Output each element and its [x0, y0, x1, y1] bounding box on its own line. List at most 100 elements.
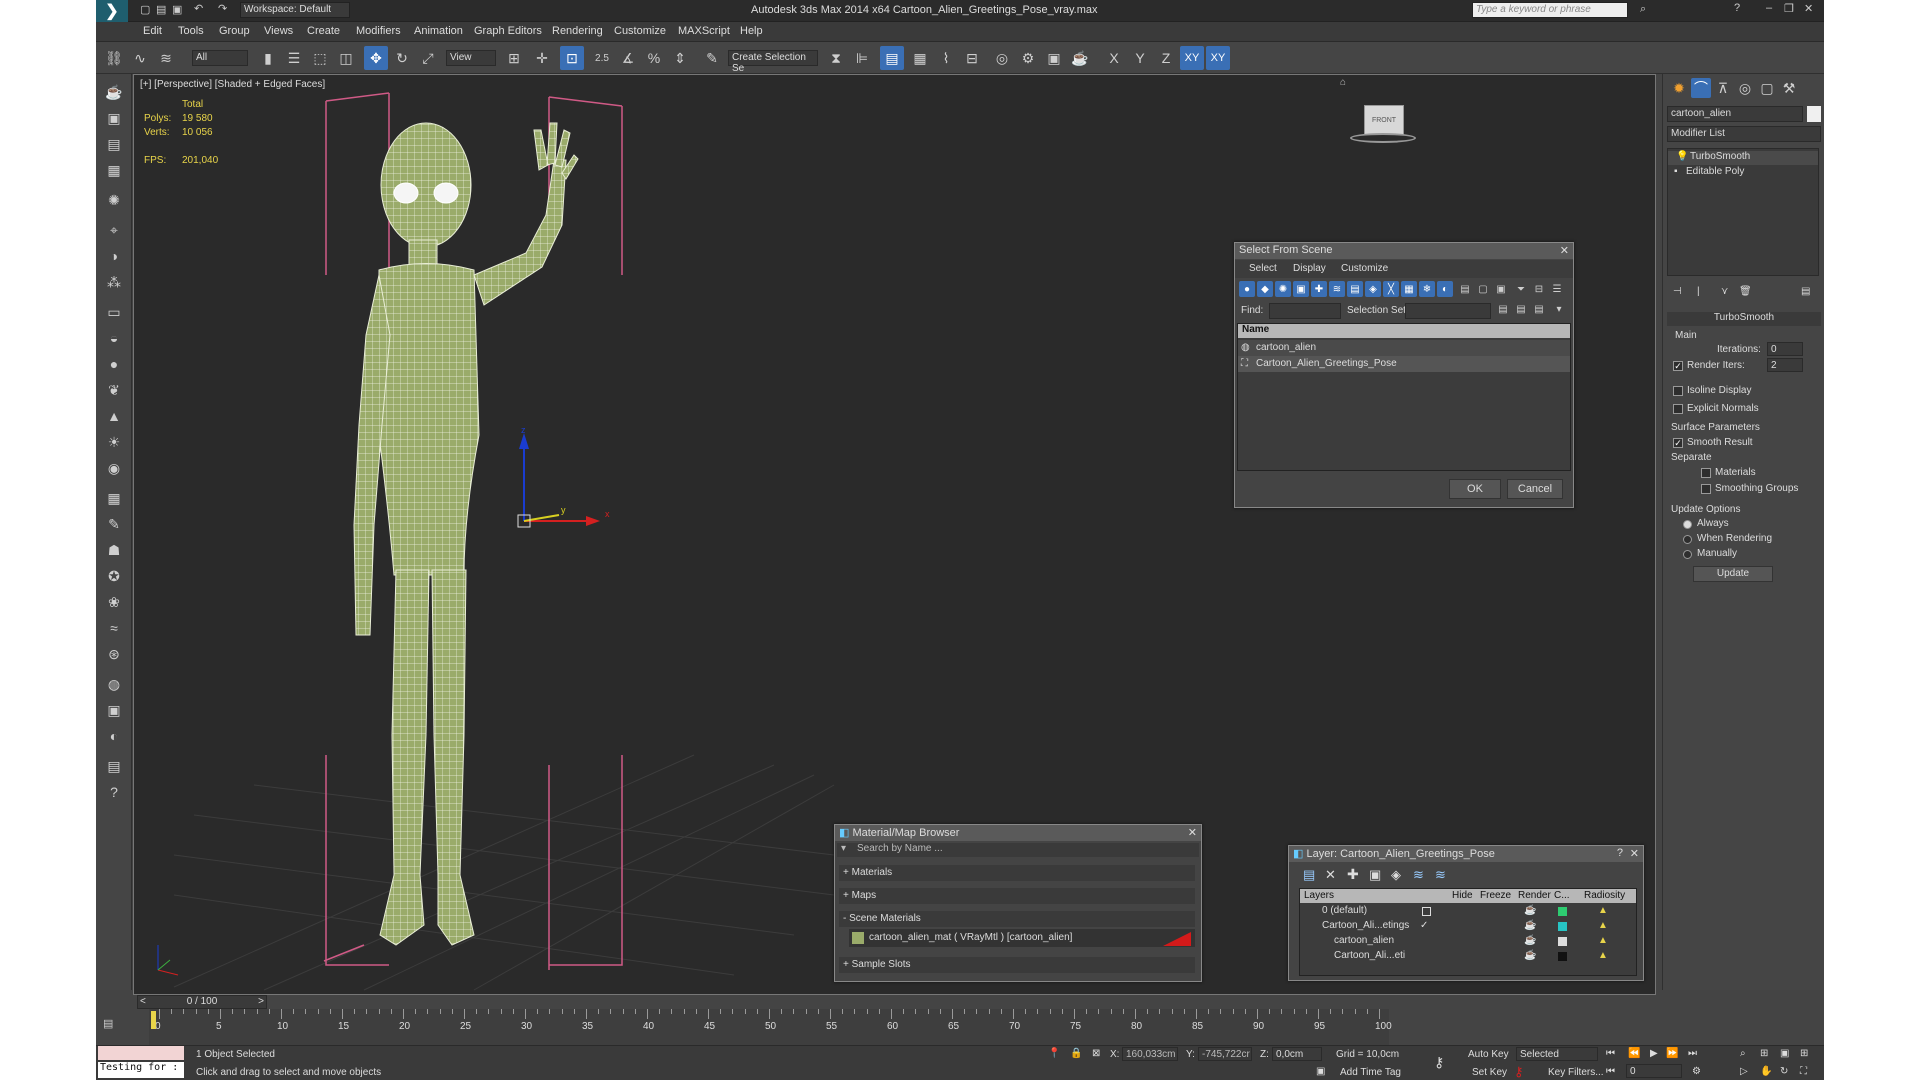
- show-end-result-icon[interactable]: |: [1697, 286, 1700, 297]
- menu-modifiers[interactable]: Modifiers: [356, 25, 401, 37]
- menu-create[interactable]: Create: [307, 25, 340, 37]
- sfs-hidden-filter-icon[interactable]: ◐: [1437, 281, 1453, 297]
- cone-icon[interactable]: ▲: [102, 404, 126, 428]
- sfs-invert-icon[interactable]: ▣: [1493, 281, 1509, 297]
- table-row[interactable]: cartoon_alien ☕ ▲: [1300, 934, 1636, 949]
- absolute-mode-icon[interactable]: ⊠: [1092, 1048, 1100, 1059]
- search-input[interactable]: Type a keyword or phrase: [1472, 2, 1628, 18]
- zoom-extents-icon[interactable]: ▣: [1780, 1048, 1789, 1059]
- layer-col-render[interactable]: Render: [1518, 890, 1551, 901]
- close-icon[interactable]: ✕: [1804, 2, 1813, 15]
- set-key-icon[interactable]: ⚷: [1514, 1064, 1524, 1080]
- mirror-icon[interactable]: ⧗: [824, 46, 848, 70]
- layer-col-freeze[interactable]: Freeze: [1480, 890, 1511, 901]
- current-frame-input[interactable]: 0: [1626, 1064, 1682, 1078]
- bind-space-warp-icon[interactable]: ≋: [154, 46, 178, 70]
- sfs-list-icon[interactable]: ☰: [1549, 281, 1565, 297]
- helper-icon[interactable]: ◑: [102, 244, 126, 268]
- add-time-tag-icon[interactable]: ▣: [1316, 1066, 1325, 1077]
- manipulate-icon[interactable]: ✛: [530, 46, 554, 70]
- table-row[interactable]: 0 (default) ☕ ▲: [1300, 904, 1636, 919]
- key-mode-icon[interactable]: ⚷: [1434, 1054, 1444, 1071]
- window-crossing-icon[interactable]: ◫: [334, 46, 358, 70]
- sfs-column-header[interactable]: Name: [1238, 324, 1570, 338]
- keyboard-shortcut-override-icon[interactable]: ⊡: [560, 46, 584, 70]
- utilities-tab-icon[interactable]: ⚒: [1779, 78, 1799, 98]
- sfs-selection-set-dropdown[interactable]: [1405, 303, 1491, 319]
- maximize-viewport-icon[interactable]: ⛶: [1800, 1066, 1807, 1077]
- layer-current-check-icon[interactable]: ✓: [1420, 920, 1428, 931]
- workspace-dropdown[interactable]: Workspace: Default: [240, 2, 350, 18]
- camera-icon[interactable]: ⌖: [102, 218, 126, 242]
- select-and-rotate-icon[interactable]: ↻: [390, 46, 414, 70]
- environment-icon[interactable]: ◐: [102, 724, 126, 748]
- smoothing-groups-checkbox[interactable]: [1701, 484, 1711, 494]
- layer-color-swatch[interactable]: [1558, 907, 1567, 916]
- field-of-view-icon[interactable]: ▷: [1740, 1066, 1748, 1077]
- selection-filter-dropdown[interactable]: All: [192, 50, 248, 66]
- scene-materials-section[interactable]: - Scene Materials: [839, 911, 1195, 927]
- layer-new-icon[interactable]: ▤: [1303, 867, 1315, 883]
- menu-graph-editors[interactable]: Graph Editors: [474, 25, 542, 37]
- layer-col-radiosity[interactable]: Radiosity: [1584, 890, 1625, 901]
- axis-z-button[interactable]: Z: [1154, 46, 1178, 70]
- sfs-xref-filter-icon[interactable]: ◈: [1365, 281, 1381, 297]
- select-from-scene-title-bar[interactable]: Select From Scene ✕: [1235, 243, 1573, 259]
- motion-tab-icon[interactable]: ◎: [1735, 78, 1755, 98]
- table-row[interactable]: Cartoon_Ali...etings ✓ ☕ ▲: [1300, 919, 1636, 934]
- layer-select-icon[interactable]: ▣: [1369, 867, 1381, 883]
- update-button[interactable]: Update: [1693, 566, 1773, 582]
- rectangular-selection-icon[interactable]: ⬚: [308, 46, 332, 70]
- goto-end-icon[interactable]: ⏭: [1688, 1048, 1697, 1059]
- layer-col-color[interactable]: C...: [1554, 890, 1570, 901]
- render-icon[interactable]: ▣: [102, 698, 126, 722]
- select-by-name-icon[interactable]: ☰: [282, 46, 306, 70]
- isoline-display-checkbox[interactable]: [1673, 386, 1683, 396]
- menu-maxscript[interactable]: MAXScript: [678, 25, 730, 37]
- maxscript-listener-input[interactable]: [98, 1046, 184, 1060]
- menu-animation[interactable]: Animation: [414, 25, 463, 37]
- pin-icon[interactable]: 📍: [1048, 1048, 1060, 1059]
- teapot-primitive-icon[interactable]: ❦: [102, 378, 126, 402]
- layer-active-checkbox[interactable]: [1422, 907, 1431, 916]
- undo-icon[interactable]: ↶: [194, 2, 203, 15]
- align-icon[interactable]: ⊫: [850, 46, 874, 70]
- render-production-icon[interactable]: ☕: [1068, 46, 1092, 70]
- selection-lock-icon[interactable]: 🔒: [1070, 1048, 1082, 1059]
- select-and-scale-icon[interactable]: ⤢: [416, 46, 440, 70]
- update-manually-radio[interactable]: [1683, 550, 1692, 559]
- sfs-ok-button[interactable]: OK: [1449, 479, 1501, 499]
- layer-highlight-icon[interactable]: ◈: [1391, 867, 1401, 883]
- prev-frame-icon[interactable]: <: [140, 996, 146, 1007]
- select-and-move-icon[interactable]: ✥: [364, 46, 388, 70]
- next-key-icon[interactable]: ⏩: [1666, 1048, 1678, 1059]
- scene-explorer-icon[interactable]: ▤: [102, 132, 126, 156]
- viewcube[interactable]: FRONT: [1364, 105, 1404, 135]
- grid-icon[interactable]: ▦: [102, 486, 126, 510]
- link-icon[interactable]: ⛓: [102, 46, 126, 70]
- materials-section[interactable]: + Materials: [839, 865, 1195, 881]
- foliage-icon[interactable]: ❀: [102, 590, 126, 614]
- hair-icon[interactable]: ≈: [102, 616, 126, 640]
- redo-icon[interactable]: ↷: [218, 2, 227, 15]
- configure-modifier-sets-icon[interactable]: ▤: [1801, 286, 1810, 297]
- material-browser-close-icon[interactable]: ✕: [1188, 826, 1197, 839]
- coord-z-input[interactable]: 0,0cm: [1272, 1047, 1322, 1061]
- stack-item-editable-poly[interactable]: ▪ Editable Poly: [1668, 166, 1818, 180]
- display-tab-icon[interactable]: ▢: [1757, 78, 1777, 98]
- layer-radiosity-icon[interactable]: ▲: [1598, 935, 1608, 946]
- sfs-find-input[interactable]: [1269, 303, 1341, 319]
- sfs-set-remove-icon[interactable]: ▤: [1531, 301, 1547, 317]
- list-item[interactable]: ⛶ Cartoon_Alien_Greetings_Pose: [1238, 356, 1570, 372]
- sfs-none-icon[interactable]: ▢: [1475, 281, 1491, 297]
- angle-snap-icon[interactable]: ∡: [616, 46, 640, 70]
- layer-explorer-icon[interactable]: ▦: [102, 158, 126, 182]
- key-selection-dropdown[interactable]: Selected: [1516, 1047, 1598, 1061]
- axis-xy-cycle-button[interactable]: XY: [1206, 46, 1230, 70]
- prev-key-icon[interactable]: ⏪: [1628, 1048, 1640, 1059]
- orbit-icon[interactable]: ↻: [1780, 1066, 1788, 1077]
- snaps-toggle-icon[interactable]: 2.5: [590, 46, 614, 70]
- coord-x-input[interactable]: 160,033cm: [1122, 1047, 1178, 1061]
- quick-access-open-icon[interactable]: ▤: [156, 3, 166, 16]
- layer-manager-title-bar[interactable]: ◧ Layer: Cartoon_Alien_Greetings_Pose ? …: [1289, 846, 1643, 862]
